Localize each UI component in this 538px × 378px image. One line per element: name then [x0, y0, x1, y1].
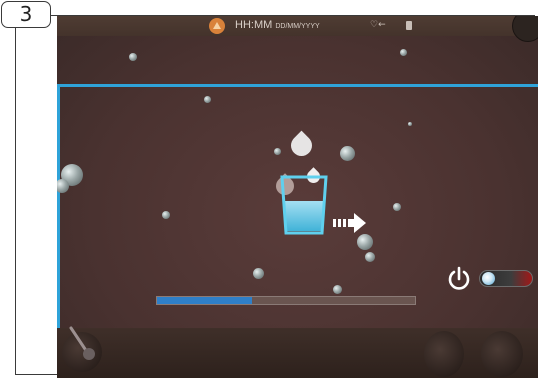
bubble-icon — [393, 203, 401, 211]
power-toggle-switch[interactable] — [479, 270, 533, 287]
time-label: HH:MM — [235, 19, 273, 31]
bubble-icon — [365, 252, 375, 262]
bubble-icon — [204, 96, 211, 103]
glass-icon — [280, 175, 328, 235]
bubble-icon — [162, 211, 170, 219]
bubble-icon — [274, 148, 281, 155]
dispense-progress-bar — [156, 296, 416, 305]
date-label: DD/MM/YYYY — [275, 23, 320, 30]
bottom-control-bar — [57, 326, 538, 378]
step-number-badge: 3 — [1, 1, 51, 28]
bubble-icon — [408, 122, 412, 126]
corner-knob-icon[interactable] — [512, 16, 538, 42]
appliance-screen: HH:MM DD/MM/YYYY ♡← — [57, 16, 538, 378]
power-icon[interactable] — [446, 266, 472, 292]
dispense-arrow-icon — [333, 213, 366, 233]
cup-icon — [406, 21, 412, 30]
right-knob-icon-2[interactable] — [481, 331, 523, 377]
lever-icon — [69, 326, 95, 360]
toggle-knob[interactable] — [482, 272, 495, 285]
clock-readout: HH:MM DD/MM/YYYY — [235, 19, 320, 31]
bubble-icon — [340, 146, 355, 161]
bubble-icon — [357, 234, 373, 250]
bubble-icon — [129, 53, 137, 61]
bubble-icon — [253, 268, 264, 279]
bubble-icon — [400, 49, 407, 56]
status-bar: HH:MM DD/MM/YYYY ♡← — [57, 16, 538, 42]
warning-icon[interactable] — [209, 18, 225, 34]
progress-fill — [157, 297, 253, 304]
bubble-icon — [333, 285, 342, 294]
right-knob-icon[interactable] — [424, 331, 464, 377]
hotspot-icon: ♡← — [370, 20, 386, 30]
